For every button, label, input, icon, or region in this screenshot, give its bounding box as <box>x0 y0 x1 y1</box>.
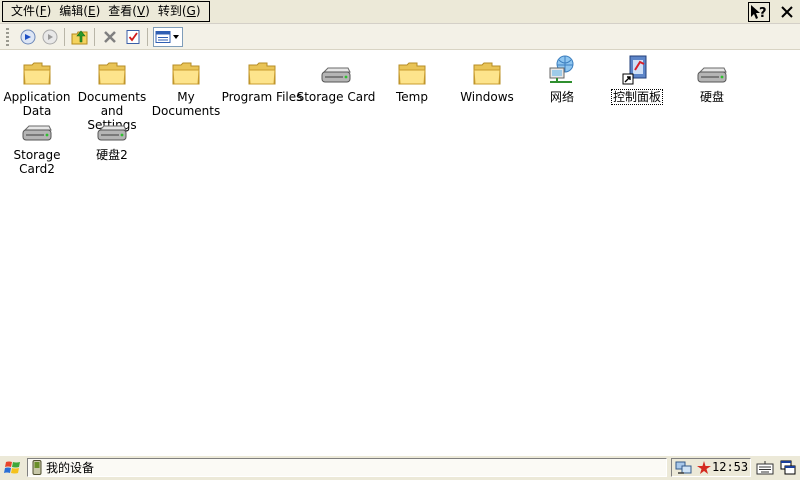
taskbar-clock[interactable]: 12:53 <box>712 460 748 474</box>
toolbar-separator <box>64 28 65 46</box>
menu-file[interactable]: 文件(F) <box>7 2 55 21</box>
view-mode-button[interactable] <box>153 27 183 47</box>
folder-icon <box>473 62 501 85</box>
help-button[interactable]: ? <box>748 2 770 22</box>
file-label: 硬盘2 <box>96 148 128 162</box>
drive-icon <box>22 125 52 141</box>
desktop-windows-icon <box>780 460 796 475</box>
drive-icon <box>321 67 351 83</box>
toolbar <box>0 24 800 50</box>
file-label: 硬盘 <box>699 90 724 104</box>
file-label: Application Data <box>3 90 71 118</box>
windows-logo-icon <box>4 461 20 474</box>
toolbar-separator <box>147 28 148 46</box>
file-item-documents-and-settings[interactable]: Documents and Settings <box>74 54 150 132</box>
file-view: Application Data Documents and Settings My… <box>0 50 800 455</box>
show-desktop-button[interactable] <box>778 459 798 477</box>
view-mode-icon <box>155 31 179 43</box>
toolbar-separator <box>94 28 95 46</box>
keyboard-button[interactable] <box>755 459 775 477</box>
svg-text:?: ? <box>759 6 767 20</box>
menu-bar: 文件(F) 编辑(E) 查看(V) 转到(G) ? <box>0 0 800 24</box>
menu-edit[interactable]: 编辑(E) <box>55 2 104 21</box>
help-question-icon: ? <box>751 5 767 20</box>
network-icon <box>549 55 574 83</box>
menu-group: 文件(F) 编辑(E) 查看(V) 转到(G) <box>2 1 210 22</box>
taskbar: 我的设备 12:53 <box>0 455 800 480</box>
file-label: Program Files <box>221 90 303 104</box>
menu-view[interactable]: 查看(V) <box>104 2 154 21</box>
forward-button[interactable] <box>40 27 60 47</box>
file-item-hard-disk[interactable]: 硬盘 <box>674 54 750 104</box>
delete-button[interactable] <box>100 27 120 47</box>
folder-icon <box>98 62 126 85</box>
connection-star-icon[interactable] <box>696 460 712 476</box>
network-status-icon[interactable] <box>675 460 693 476</box>
file-item-application-data[interactable]: Application Data <box>0 54 75 118</box>
file-item-storage-card2[interactable]: Storage Card2 <box>0 125 75 176</box>
menu-goto[interactable]: 转到(G) <box>154 2 205 21</box>
device-icon <box>32 460 42 475</box>
control-panel-shortcut-icon <box>622 55 647 85</box>
taskbar-window-title: 我的设备 <box>46 461 95 475</box>
back-arrow-icon <box>20 29 36 45</box>
file-label: Storage Card <box>296 90 376 104</box>
folder-icon <box>172 62 200 85</box>
file-label: 网络 <box>549 90 574 104</box>
up-button[interactable] <box>70 27 90 47</box>
drive-icon <box>697 67 727 83</box>
file-label: 控制面板 <box>610 89 664 105</box>
keyboard-icon <box>756 461 774 475</box>
file-item-control-panel[interactable]: 控制面板 <box>599 54 675 105</box>
file-label: Windows <box>460 90 514 104</box>
delete-x-icon <box>104 31 116 43</box>
file-label: Storage Card2 <box>13 148 61 176</box>
close-icon <box>781 6 793 18</box>
file-item-my-documents[interactable]: My Documents <box>148 54 224 118</box>
folder-icon <box>23 62 51 85</box>
file-label: Temp <box>396 90 428 104</box>
file-item-storage-card[interactable]: Storage Card <box>296 54 376 104</box>
folder-icon <box>398 62 426 85</box>
file-label: My Documents <box>151 90 221 118</box>
forward-arrow-icon <box>42 29 58 45</box>
file-item-hard-disk2[interactable]: 硬盘2 <box>74 125 150 162</box>
folder-icon <box>248 62 276 85</box>
drive-icon <box>97 125 127 141</box>
properties-button[interactable] <box>123 27 143 47</box>
file-item-windows[interactable]: Windows <box>449 54 525 104</box>
properties-icon <box>126 30 140 44</box>
file-item-network[interactable]: 网络 <box>524 54 600 104</box>
taskbar-window-button[interactable]: 我的设备 <box>27 458 667 477</box>
up-folder-icon <box>71 30 88 45</box>
toolbar-grip[interactable] <box>6 28 9 46</box>
back-button[interactable] <box>18 27 38 47</box>
file-item-temp[interactable]: Temp <box>374 54 450 104</box>
file-item-program-files[interactable]: Program Files <box>222 54 302 104</box>
start-button[interactable] <box>2 458 24 478</box>
close-button[interactable] <box>776 2 798 22</box>
